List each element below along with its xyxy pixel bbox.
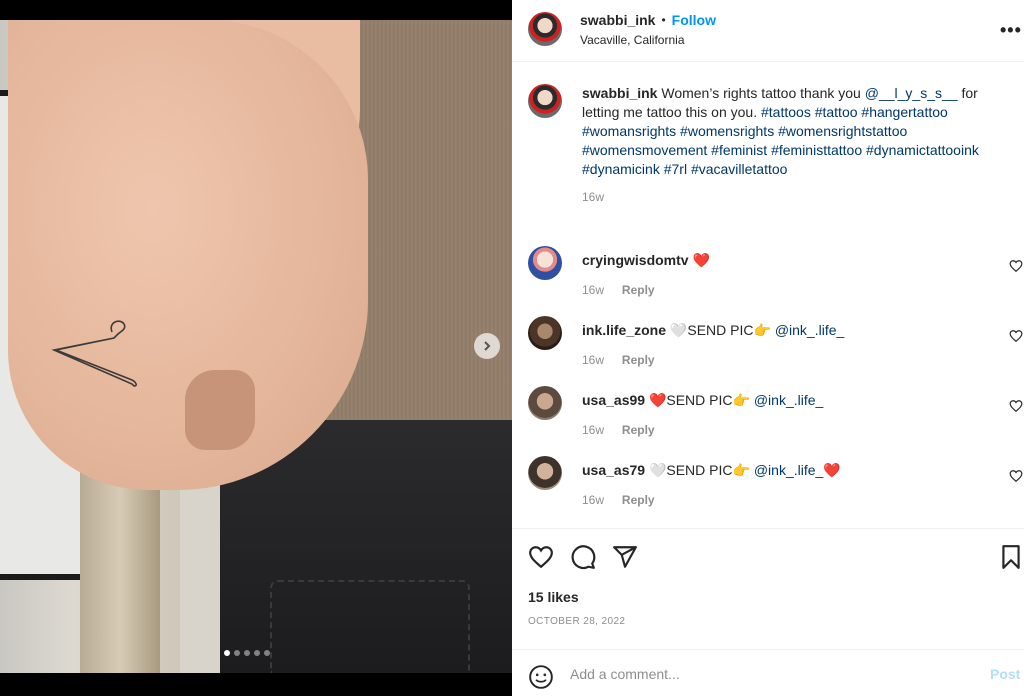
carousel-dot [244, 650, 250, 656]
avatar[interactable] [528, 316, 562, 350]
caption-text: swabbi_ink Women’s rights tattoo thank y… [582, 84, 1002, 207]
carousel-dots [224, 650, 270, 656]
header-separator: • [661, 13, 666, 27]
heart-icon[interactable] [1009, 469, 1023, 483]
comment-text: 🤍SEND PIC👉 [669, 322, 771, 338]
comment-item: usa_as79 🤍SEND PIC👉 @ink_.life_❤️ 16w Re… [528, 456, 1024, 516]
carousel-dot [234, 650, 240, 656]
comment-item: usa_as99 ❤️SEND PIC👉 @ink_.life_ 16w Rep… [528, 386, 1024, 446]
comment-time: 16w [582, 353, 605, 367]
likes-count[interactable]: 15 likes [528, 589, 579, 605]
photo-hand [185, 370, 255, 450]
post-header: swabbi_ink • Follow Vacaville, Californi… [512, 0, 1024, 62]
chevron-right-icon [484, 341, 491, 351]
comment-item: ink.life_zone 🤍SEND PIC👉 @ink_.life_ 16w… [528, 316, 1024, 376]
emoji-icon[interactable] [528, 664, 554, 690]
follow-button[interactable]: Follow [672, 12, 716, 28]
comment-username[interactable]: usa_as79 [582, 462, 645, 478]
post-actions: 15 likes OCTOBER 28, 2022 Post [512, 528, 1024, 696]
author-username[interactable]: swabbi_ink [580, 12, 655, 28]
avatar[interactable] [528, 84, 562, 118]
caption-username[interactable]: swabbi_ink [582, 85, 657, 101]
avatar[interactable] [528, 12, 562, 46]
caption-mention[interactable]: @__l_y_s_s__ [865, 85, 958, 101]
comment-time: 16w [582, 493, 605, 507]
avatar[interactable] [528, 246, 562, 280]
comment-icon[interactable] [570, 544, 596, 570]
heart-icon[interactable] [1009, 399, 1023, 413]
reply-button[interactable]: Reply [622, 493, 655, 507]
heart-icon[interactable] [1009, 259, 1023, 273]
comment-username[interactable]: ink.life_zone [582, 322, 666, 338]
comment-text: ❤️ [692, 252, 710, 268]
reply-button[interactable]: Reply [622, 353, 655, 367]
heart-icon[interactable] [528, 544, 554, 570]
caption-time: 16w [582, 190, 605, 204]
hanger-tattoo [51, 320, 137, 387]
comment-item: cryingwisdomtv ❤️ 16w Reply [528, 246, 1024, 306]
heart-icon[interactable] [1009, 329, 1023, 343]
comment-composer: Post [512, 649, 1024, 696]
more-options-icon[interactable]: ••• [1000, 20, 1022, 41]
bookmark-icon[interactable] [998, 544, 1024, 570]
comment-username[interactable]: usa_as99 [582, 392, 645, 408]
avatar[interactable] [528, 386, 562, 420]
share-icon[interactable] [612, 544, 638, 570]
post-details-panel: swabbi_ink • Follow Vacaville, Californi… [512, 0, 1024, 696]
avatar[interactable] [528, 456, 562, 490]
caption-prefix: Women’s rights tattoo thank you [661, 85, 861, 101]
post-media [0, 0, 512, 696]
comment-input[interactable] [570, 662, 950, 686]
comment-text: ❤️SEND PIC👉 [648, 392, 750, 408]
photo-jeans-pocket [270, 580, 470, 673]
carousel-dot [224, 650, 230, 656]
reply-button[interactable]: Reply [622, 423, 655, 437]
post-location[interactable]: Vacaville, California [580, 33, 685, 47]
comment-suffix: ❤️ [823, 462, 841, 478]
comment-time: 16w [582, 423, 605, 437]
comment-time: 16w [582, 283, 605, 297]
comment-username[interactable]: cryingwisdomtv [582, 252, 689, 268]
carousel-dot [264, 650, 270, 656]
comment-text: 🤍SEND PIC👉 [648, 462, 750, 478]
post-comment-button[interactable]: Post [990, 666, 1020, 682]
comment-mention[interactable]: @ink_.life_ [775, 322, 844, 338]
reply-button[interactable]: Reply [622, 283, 655, 297]
comment-mention[interactable]: @ink_.life_ [754, 462, 823, 478]
comment-mention[interactable]: @ink_.life_ [754, 392, 823, 408]
carousel-dot [254, 650, 260, 656]
post-date: OCTOBER 28, 2022 [528, 616, 626, 627]
next-image-button[interactable] [474, 333, 500, 359]
post-photo[interactable] [0, 20, 512, 673]
